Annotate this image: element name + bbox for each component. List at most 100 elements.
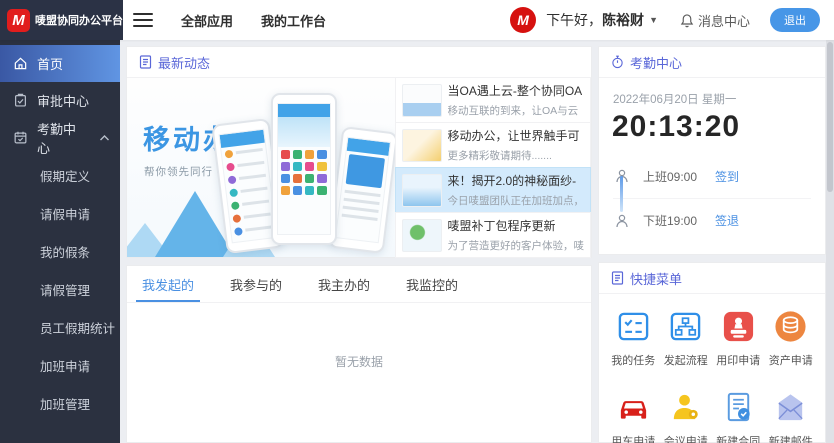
header-right: M 下午好，陈裕财 ▼ 消息中心 退出 [510, 7, 834, 33]
asset-icon [773, 309, 808, 344]
logout-button[interactable]: 退出 [770, 8, 820, 32]
news-title: 当OA遇上云-整个协同OA [448, 82, 583, 99]
quick-item-label: 会议申请 [664, 433, 708, 443]
quick-item-label: 用车申请 [611, 433, 655, 443]
approval-icon [13, 93, 28, 108]
quick-item-vehicle-request[interactable]: 用车申请 [607, 390, 660, 443]
sidebar-item-holiday-definition[interactable]: 假期定义 [0, 156, 120, 194]
sidebar-item-leave-management[interactable]: 请假管理 [0, 270, 120, 308]
chevron-down-icon: ▼ [649, 15, 658, 25]
news-thumbnail [402, 219, 442, 252]
app-root: M 唛盟协同办公平台 全部应用 我的工作台 M 下午好，陈裕财 ▼ 消息中心 退… [0, 0, 834, 443]
mail-icon [773, 390, 808, 425]
nav-my-workbench[interactable]: 我的工作台 [261, 11, 326, 30]
user-menu[interactable]: 下午好，陈裕财 ▼ [546, 10, 658, 30]
tasks-panel: 我发起的 我参与的 我主办的 我监控的 暂无数据 [126, 265, 592, 443]
news-banner[interactable]: 移动办公 帮你领先同行 把工作带出办公室 [127, 78, 395, 257]
greeting-text: 下午好， [546, 10, 602, 30]
latest-news-header: 最新动态 [127, 47, 591, 78]
check-in-label: 上班09:00 [643, 168, 715, 185]
timeline-connector [620, 176, 623, 212]
news-list: 当OA遇上云-整个协同OA 移动互联的到来，让OA与云 移动办公，让世界触手可 … [395, 78, 592, 257]
news-desc: 移动互联的到来，让OA与云 [448, 103, 583, 118]
panel-title: 最新动态 [158, 53, 210, 72]
sidebar-item-home[interactable]: 首页 [0, 45, 120, 82]
quick-menu-header: 快捷菜单 [599, 263, 825, 294]
news-list-item-active[interactable]: 来！揭开2.0的神秘面纱- 今日唛盟团队正在加班加点， [395, 167, 592, 213]
sidebar: 首页 审批中心 考勤中心 假期定义 请假申请 我的假条 请假管理 员工假期统计 … [0, 40, 120, 443]
tasks-icon [616, 309, 651, 344]
sidebar-item-approval-center[interactable]: 审批中心 [0, 82, 120, 119]
sidebar-item-overtime-management[interactable]: 加班管理 [0, 384, 120, 422]
attendance-clock: 20:13:20 [599, 107, 825, 144]
tab-hosted-by-me[interactable]: 我主办的 [318, 266, 370, 302]
meeting-icon [668, 390, 703, 425]
top-header: M 唛盟协同办公平台 全部应用 我的工作台 M 下午好，陈裕财 ▼ 消息中心 退… [0, 0, 834, 40]
phone-mockup-center [271, 93, 337, 245]
scrollbar[interactable] [826, 40, 834, 443]
message-center-link[interactable]: 消息中心 [680, 11, 750, 30]
quick-item-new-contract[interactable]: 新建合同 [712, 390, 765, 443]
menu-toggle-icon[interactable] [133, 9, 153, 31]
attendance-timeline: 上班09:00 签到 下班19:00 签退 [599, 144, 825, 242]
news-title: 移动办公，让世界触手可 [448, 127, 580, 144]
sidebar-item-my-leave-notes[interactable]: 我的假条 [0, 232, 120, 270]
news-desc: 今日唛盟团队正在加班加点， [448, 193, 585, 208]
news-title: 来！揭开2.0的神秘面纱- [448, 172, 585, 189]
sidebar-item-label: 首页 [37, 54, 63, 73]
quick-item-label: 用印申请 [716, 352, 760, 368]
news-body: 移动办公 帮你领先同行 把工作带出办公室 [127, 78, 591, 257]
car-icon [616, 390, 651, 425]
tab-monitored-by-me[interactable]: 我监控的 [406, 266, 458, 302]
check-in-row: 上班09:00 签到 [613, 154, 811, 198]
chevron-up-icon [97, 135, 112, 141]
panel-title: 快捷菜单 [630, 269, 682, 288]
news-list-item[interactable]: 移动办公，让世界触手可 更多精彩敬请期待....... [395, 122, 592, 168]
attendance-icon [13, 130, 28, 145]
app-logo[interactable]: M [7, 9, 30, 32]
news-thumbnail [402, 129, 442, 162]
news-list-item[interactable]: 当OA遇上云-整个协同OA 移动互联的到来，让OA与云 [395, 77, 592, 123]
quick-menu-grid: 我的任务 发起流程 [599, 294, 825, 443]
quick-item-start-workflow[interactable]: 发起流程 [660, 309, 713, 368]
empty-state-text: 暂无数据 [127, 303, 591, 370]
sidebar-item-attendance-center[interactable]: 考勤中心 [0, 119, 120, 156]
sidebar-item-leave-request[interactable]: 请假申请 [0, 194, 120, 232]
quick-item-label: 新建合同 [716, 433, 760, 443]
quick-item-new-mail[interactable]: 新建邮件 [765, 390, 818, 443]
nav-all-apps[interactable]: 全部应用 [181, 11, 233, 30]
quick-item-label: 新建邮件 [769, 433, 813, 443]
quick-item-label: 资产申请 [769, 352, 813, 368]
sidebar-item-label: 审批中心 [37, 91, 89, 110]
attendance-date: 2022年06月20日 星期一 [599, 78, 825, 107]
check-out-link[interactable]: 签退 [715, 212, 739, 229]
tab-initiated-by-me[interactable]: 我发起的 [142, 266, 194, 302]
avatar[interactable]: M [510, 7, 536, 33]
check-out-row: 下班19:00 签退 [613, 198, 811, 242]
contract-icon [721, 390, 756, 425]
check-out-label: 下班19:00 [643, 212, 715, 229]
sidebar-item-overtime-request[interactable]: 加班申请 [0, 346, 120, 384]
tab-participated-by-me[interactable]: 我参与的 [230, 266, 282, 302]
quick-item-label: 发起流程 [664, 352, 708, 368]
document-icon [139, 55, 152, 69]
stamp-icon [721, 309, 756, 344]
user-name: 陈裕财 [602, 10, 644, 30]
home-icon [13, 56, 28, 71]
news-title: 唛盟补丁包程序更新 [448, 217, 585, 234]
quick-item-my-tasks[interactable]: 我的任务 [607, 309, 660, 368]
quick-item-asset-request[interactable]: 资产申请 [765, 309, 818, 368]
quick-item-meeting-request[interactable]: 会议申请 [660, 390, 713, 443]
panel-title: 考勤中心 [630, 53, 682, 72]
news-thumbnail [402, 174, 442, 207]
document-icon [611, 271, 624, 285]
check-in-link[interactable]: 签到 [715, 168, 739, 185]
scrollbar-thumb[interactable] [827, 42, 833, 192]
quick-menu-panel: 快捷菜单 我的任务 [598, 262, 826, 443]
quick-item-seal-request[interactable]: 用印申请 [712, 309, 765, 368]
app-title: 唛盟协同办公平台 [35, 12, 123, 28]
news-desc: 更多精彩敬请期待....... [448, 148, 580, 163]
news-list-item[interactable]: 唛盟补丁包程序更新 为了营造更好的客户体验，唛 [395, 212, 592, 258]
sidebar-item-employee-leave-stats[interactable]: 员工假期统计 [0, 308, 120, 346]
message-center-label: 消息中心 [698, 11, 750, 30]
